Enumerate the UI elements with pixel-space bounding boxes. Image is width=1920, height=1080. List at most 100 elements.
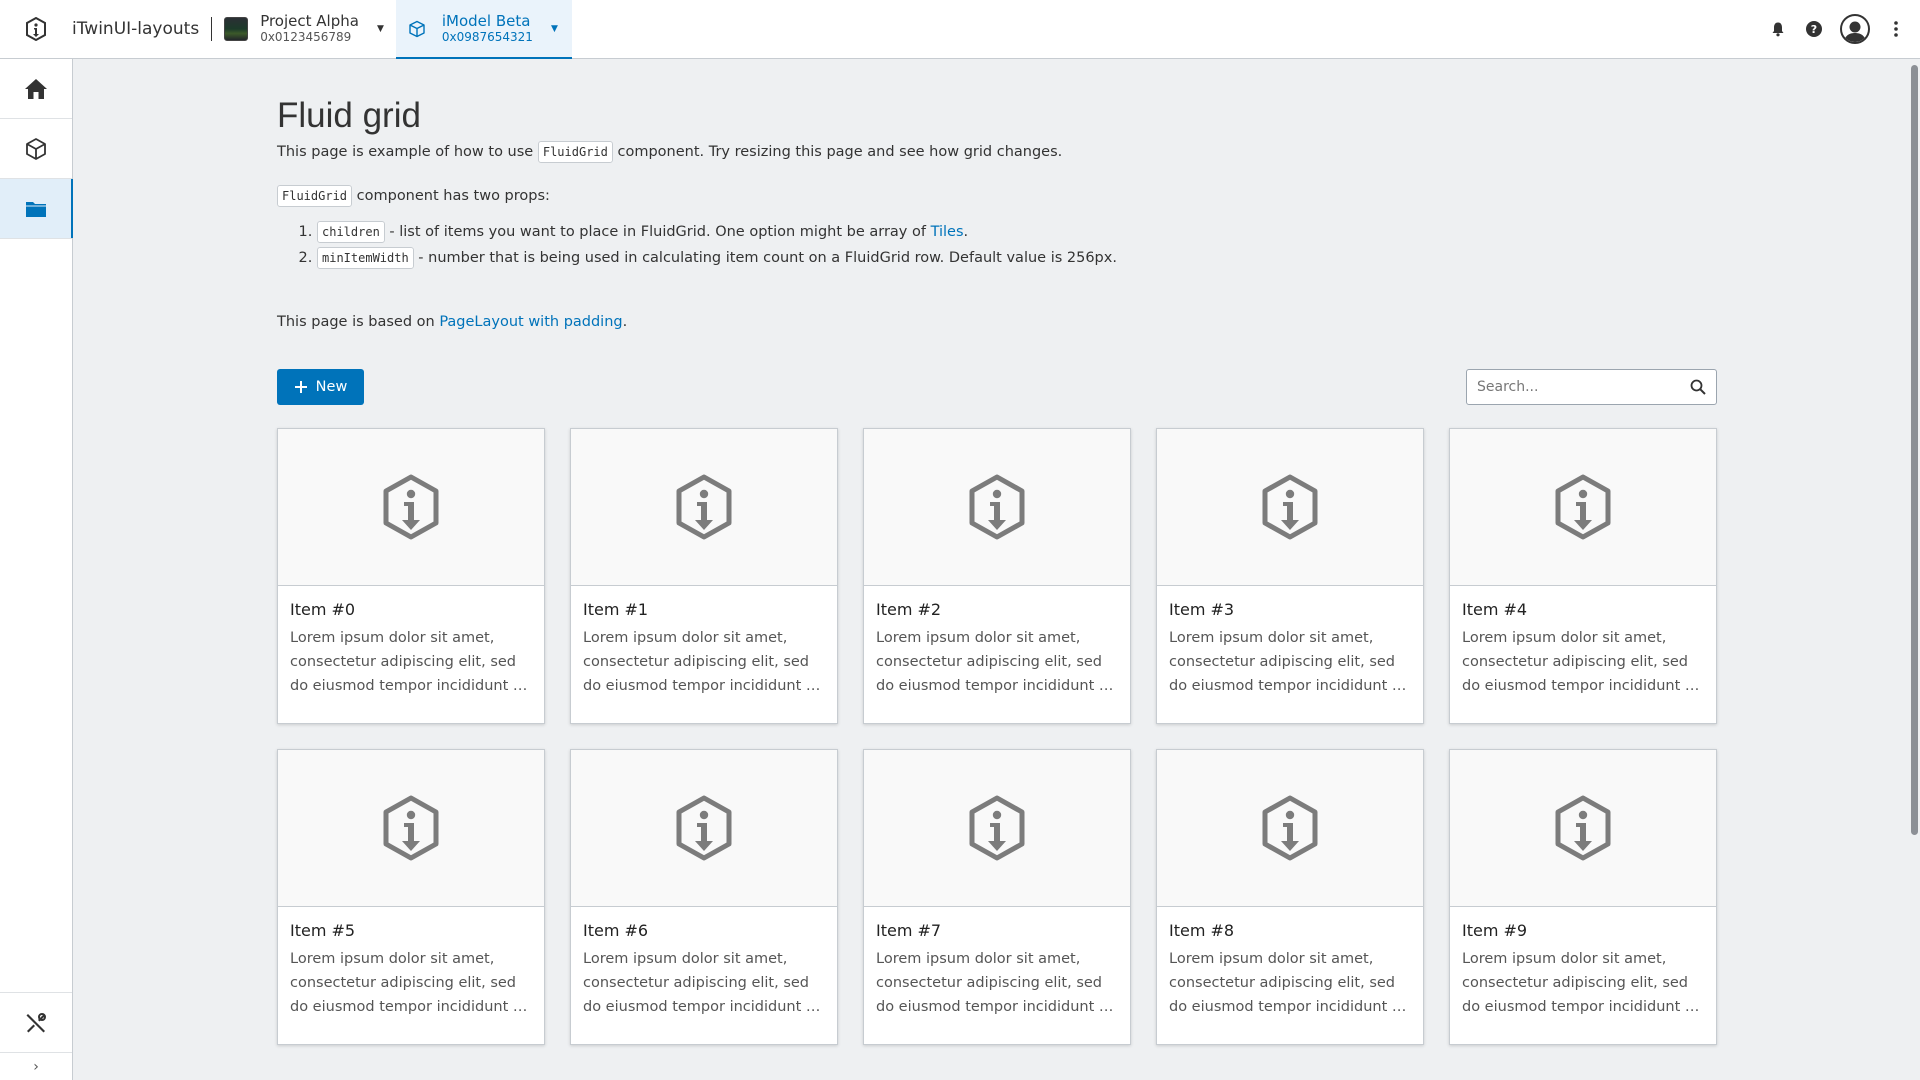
fluidgrid-code: FluidGrid <box>277 185 353 207</box>
tile-name: Item #9 <box>1462 921 1528 940</box>
user-icon <box>1844 21 1866 42</box>
info-hexagon-icon <box>676 474 732 540</box>
children-code: children <box>317 221 385 243</box>
more-vertical-icon <box>1894 21 1898 37</box>
tile-thumbnail <box>278 750 544 907</box>
desc-text-end: component. Try resizing this page and se… <box>612 144 1063 160</box>
tile-description: Lorem ipsum dolor sit amet, consectetur … <box>1169 630 1407 694</box>
info-hexagon-icon <box>1555 474 1611 540</box>
sidenav-item-imodel[interactable] <box>0 119 72 179</box>
project-name: Project Alpha <box>260 12 359 30</box>
search-input[interactable] <box>1477 379 1690 395</box>
tile-description: Lorem ipsum dolor sit amet, consectetur … <box>1462 951 1700 1015</box>
imodel-name: iModel Beta <box>441 11 531 30</box>
tile-description: Lorem ipsum dolor sit amet, consectetur … <box>290 630 528 694</box>
tile-name: Item #3 <box>1169 600 1235 619</box>
grid-toolbar: New <box>277 369 1717 405</box>
search-box[interactable] <box>1466 369 1717 405</box>
user-avatar[interactable] <box>1840 14 1870 44</box>
bell-icon <box>1772 22 1784 37</box>
tile-description: Lorem ipsum dolor sit amet, consectetur … <box>1462 630 1700 694</box>
tile[interactable]: Item #0 Lorem ipsum dolor sit amet, cons… <box>277 428 545 724</box>
page-title: Fluid grid <box>277 96 421 135</box>
pagelayout-link[interactable]: PageLayout with padding <box>439 314 622 330</box>
based-on-end: . <box>622 314 628 330</box>
page-scrollbar[interactable] <box>1908 59 1920 1080</box>
tile[interactable]: Item #2 Lorem ipsum dolor sit amet, cons… <box>863 428 1131 724</box>
tile-thumbnail <box>571 429 837 586</box>
prop-minitemwidth-text: - number that is being used in calculati… <box>413 250 1117 266</box>
help-button[interactable]: ? <box>1796 11 1832 47</box>
tile-name: Item #1 <box>583 600 649 619</box>
tile[interactable]: Item #9 Lorem ipsum dolor sit amet, cons… <box>1449 749 1717 1045</box>
main-content: Fluid grid This page is example of how t… <box>277 59 1717 1045</box>
app-title[interactable]: iTwinUI-layouts <box>72 0 211 58</box>
tile-name: Item #5 <box>290 921 356 940</box>
tile-thumbnail <box>864 750 1130 907</box>
info-hexagon-icon <box>969 474 1025 540</box>
tile[interactable]: Item #5 Lorem ipsum dolor sit amet, cons… <box>277 749 545 1045</box>
info-hexagon-icon <box>383 474 439 540</box>
scrollbar-thumb[interactable] <box>1911 65 1918 835</box>
help-icon: ? <box>1806 21 1822 37</box>
tile-name: Item #4 <box>1462 600 1528 619</box>
sidenav-expand-button[interactable]: › <box>0 1052 72 1080</box>
tile[interactable]: Item #8 Lorem ipsum dolor sit amet, cons… <box>1156 749 1424 1045</box>
sidenav-item-tools[interactable] <box>0 992 72 1052</box>
itwin-info-icon <box>26 17 46 41</box>
tile[interactable]: Item #7 Lorem ipsum dolor sit amet, cons… <box>863 749 1131 1045</box>
tile-thumbnail <box>864 429 1130 586</box>
tile-description: Lorem ipsum dolor sit amet, consectetur … <box>876 951 1114 1015</box>
prop-children-end: . <box>963 224 969 240</box>
search-icon[interactable] <box>1690 379 1706 395</box>
chevron-down-icon: ▼ <box>550 23 558 34</box>
prop-item-minitemwidth: minItemWidth - number that is being used… <box>317 246 1717 270</box>
tile-thumbnail <box>278 429 544 586</box>
imodel-cube-icon <box>409 20 425 37</box>
more-options-button[interactable] <box>1878 11 1914 47</box>
info-hexagon-icon <box>1262 474 1318 540</box>
home-icon <box>25 78 47 99</box>
header-divider <box>211 17 213 41</box>
project-thumbnail <box>224 17 249 41</box>
props-intro: FluidGrid component has two props: <box>277 184 1717 208</box>
props-intro-text: component has two props: <box>352 188 550 204</box>
desc-text: This page is example of how to use <box>277 144 538 160</box>
new-button[interactable]: New <box>277 369 364 405</box>
app-header: iTwinUI-layouts Project Alpha 0x01234567… <box>0 0 1920 59</box>
tile-description: Lorem ipsum dolor sit amet, consectetur … <box>876 630 1114 694</box>
tile[interactable]: Item #6 Lorem ipsum dolor sit amet, cons… <box>570 749 838 1045</box>
tile-name: Item #7 <box>876 921 942 940</box>
imodel-selector[interactable]: iModel Beta 0x0987654321 ▼ <box>395 0 572 59</box>
tile-description: Lorem ipsum dolor sit amet, consectetur … <box>1169 951 1407 1015</box>
notifications-button[interactable] <box>1760 11 1796 47</box>
prop-item-children: children - list of items you want to pla… <box>317 220 1717 244</box>
tile-thumbnail <box>571 750 837 907</box>
plus-icon <box>294 381 307 393</box>
tile-name: Item #2 <box>876 600 942 619</box>
project-selector[interactable]: Project Alpha 0x0123456789 ▼ <box>224 0 396 58</box>
minitemwidth-code: minItemWidth <box>317 247 414 269</box>
tile-thumbnail <box>1450 429 1716 586</box>
tile-thumbnail <box>1157 750 1423 907</box>
app-logo-button[interactable] <box>0 0 72 58</box>
page-description: This page is example of how to use Fluid… <box>277 140 1717 164</box>
side-navigation: › <box>0 59 73 1080</box>
tile[interactable]: Item #4 Lorem ipsum dolor sit amet, cons… <box>1449 428 1717 724</box>
tile[interactable]: Item #3 Lorem ipsum dolor sit amet, cons… <box>1156 428 1424 724</box>
props-list: children - list of items you want to pla… <box>277 220 1717 270</box>
tile-description: Lorem ipsum dolor sit amet, consectetur … <box>290 951 528 1015</box>
tile-description: Lorem ipsum dolor sit amet, consectetur … <box>583 951 821 1015</box>
based-on-note: This page is based on PageLayout with pa… <box>277 310 1717 334</box>
tiles-link[interactable]: Tiles <box>931 224 964 240</box>
chevron-down-icon: ▼ <box>376 24 384 34</box>
fluid-grid: Item #0 Lorem ipsum dolor sit amet, cons… <box>277 428 1717 1045</box>
tile-thumbnail <box>1157 429 1423 586</box>
fluidgrid-code: FluidGrid <box>537 141 613 163</box>
sidenav-item-folder[interactable] <box>0 179 73 239</box>
tile[interactable]: Item #1 Lorem ipsum dolor sit amet, cons… <box>570 428 838 724</box>
sidenav-item-home[interactable] <box>0 59 72 119</box>
tools-icon <box>26 1012 46 1032</box>
tile-thumbnail <box>1450 750 1716 907</box>
info-hexagon-icon <box>969 795 1025 861</box>
